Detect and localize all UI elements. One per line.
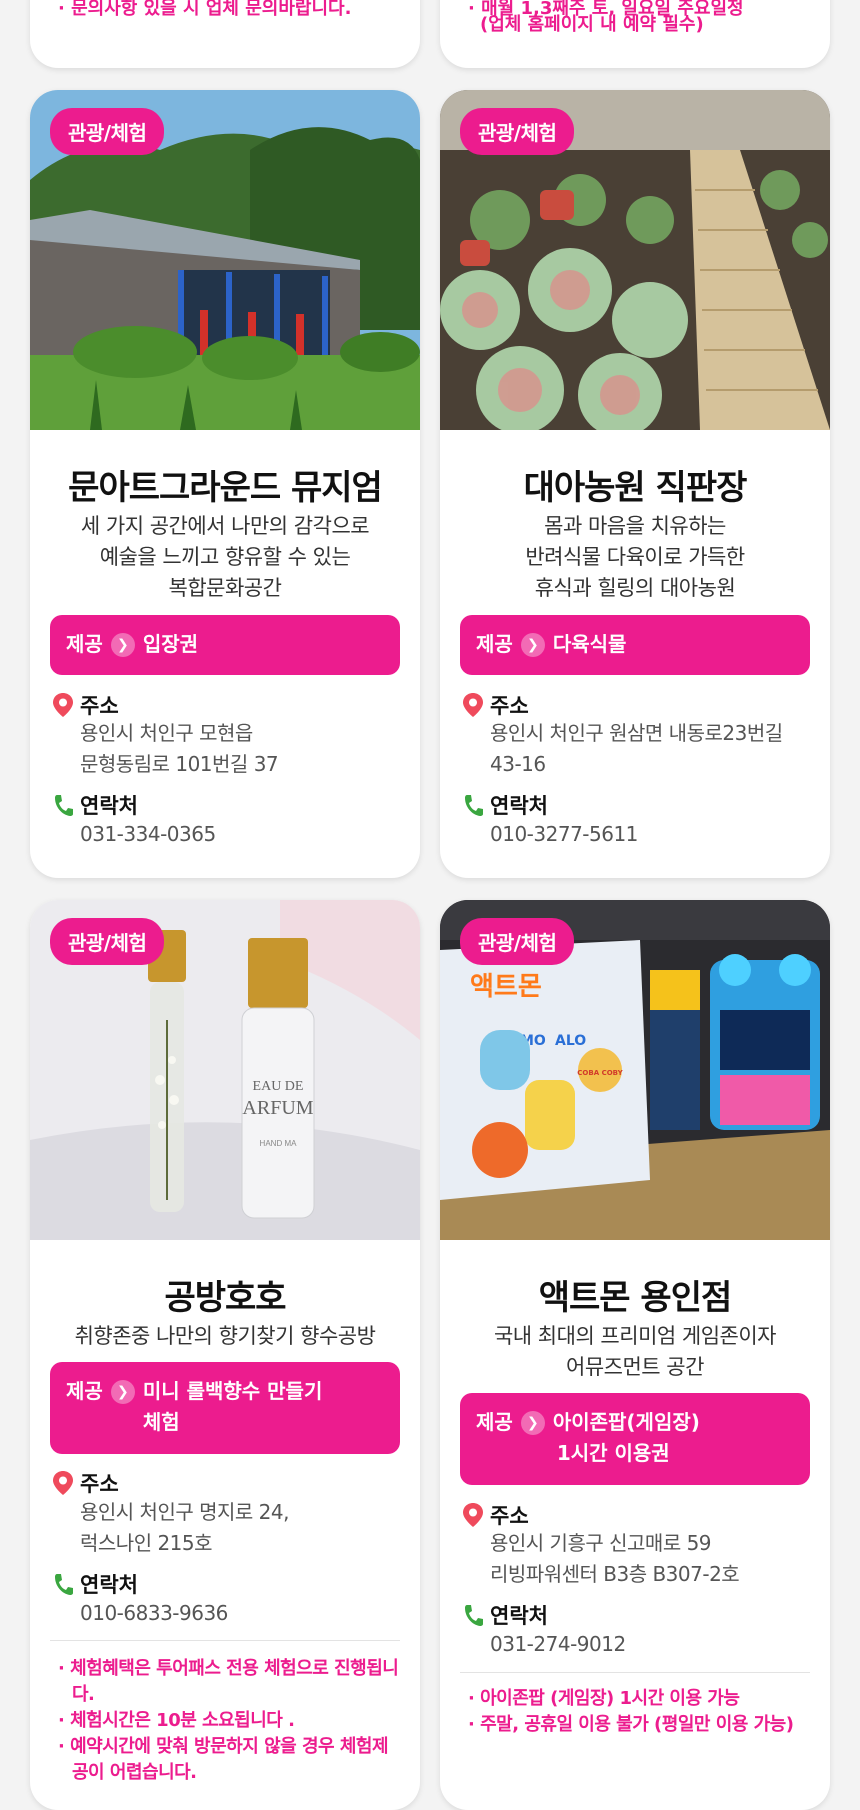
- offer-label: 제공: [476, 632, 513, 656]
- address-heading: 주소: [52, 690, 119, 720]
- category-badge: 관광/체험: [50, 108, 165, 155]
- phone-icon: [52, 792, 74, 818]
- chevron-right-circle-icon: ❯: [110, 633, 135, 657]
- arcade-alo: ALO: [555, 1033, 586, 1049]
- offer-box: 제공 ❯ 입장권: [50, 615, 400, 675]
- perfume-label-line3: HAND MA: [260, 1139, 298, 1148]
- category-badge: 관광/체험: [50, 918, 165, 965]
- address-value: 용인시 기흥구 신고매로 59 리빙파워센터 B3층 B307-2호: [490, 1531, 740, 1586]
- offer-box: 제공 ❯ 아이존팝(게임장) 1시간 이용권: [460, 1393, 810, 1485]
- contact-value[interactable]: 010-6833-9636: [80, 1598, 410, 1629]
- contact-value[interactable]: 031-274-9012: [490, 1629, 820, 1660]
- address-heading: 주소: [462, 690, 529, 720]
- perfume-label-line2: ARFUM: [242, 1097, 313, 1119]
- prev-card-note-2: (업체 홈페이지 내 예약 필수): [480, 14, 704, 35]
- place-description: 국내 최대의 프리미엄 게임존이자 어뮤즈먼트 공간: [493, 1324, 777, 1379]
- place-description: 몸과 마음을 치유하는 반려식물 다육이로 가득한 휴식과 힐링의 대아농원: [525, 514, 745, 600]
- category-badge: 관광/체험: [460, 108, 575, 155]
- notes-list: · 체험혜택은 투어패스 전용 체험으로 진행됩니다. · 체험시간은 10분 …: [58, 1656, 403, 1786]
- contact-heading: 연락처: [52, 790, 138, 820]
- contact-heading: 연락처: [462, 1600, 548, 1630]
- chevron-right-circle-icon: ❯: [520, 633, 545, 657]
- address-heading: 주소: [462, 1500, 529, 1530]
- arcade-coba: COBA COBY: [577, 1069, 623, 1077]
- offer-value: 미니 롤백향수 만들기 체험: [142, 1379, 323, 1434]
- offer-value: 아이존팝(게임장) 1시간 이용권: [552, 1410, 700, 1465]
- note-item: · 체험시간은 10분 소요됩니다 .: [58, 1710, 295, 1731]
- place-title: 문아트그라운드 뮤지엄: [68, 468, 383, 508]
- divider: [460, 1672, 810, 1673]
- map-pin-icon: [52, 1470, 74, 1496]
- prev-card-right: · 매월 1,3째주 토, 일요일 주요일정 (업체 홈페이지 내 예약 필수): [440, 0, 830, 68]
- offer-label: 제공: [476, 1410, 513, 1434]
- offer-value: 입장권: [142, 632, 199, 656]
- notes-list: · 아이존팝 (게임장) 1시간 이용 가능 · 주말, 공휴일 이용 불가 (…: [468, 1686, 813, 1738]
- perfume-label-line1: EAU DE: [253, 1079, 304, 1094]
- place-description: 취향존중 나만의 향기찾기 향수공방: [74, 1324, 376, 1348]
- address-value: 용인시 처인구 모현읍 문형동림로 101번길 37: [80, 721, 279, 776]
- contact-value[interactable]: 031-334-0365: [80, 819, 410, 850]
- arcade-sign: 액트몬: [470, 972, 542, 1002]
- card-gongbang-hoho[interactable]: EAU DE ARFUM HAND MA 관광/체험 공방호호 취향존중 나만의…: [30, 900, 420, 1810]
- divider: [50, 1640, 400, 1641]
- offer-value: 다육식물: [552, 632, 627, 656]
- note-item: · 체험혜택은 투어패스 전용 체험으로 진행됩니다.: [58, 1658, 399, 1705]
- card-moon-art-ground[interactable]: 관광/체험 문아트그라운드 뮤지엄 세 가지 공간에서 나만의 감각으로 예술을 …: [30, 90, 420, 878]
- contact-heading: 연락처: [52, 1569, 138, 1599]
- note-item: · 주말, 공휴일 이용 불가 (평일만 이용 가능): [468, 1714, 794, 1735]
- offer-label: 제공: [66, 632, 103, 656]
- offer-box: 제공 ❯ 다육식물: [460, 615, 810, 675]
- chevron-right-circle-icon: ❯: [520, 1411, 545, 1435]
- place-title: 대아농원 직판장: [523, 468, 748, 508]
- prev-card-left: · 문의사항 있을 시 업체 문의바랍니다.: [30, 0, 420, 68]
- prev-card-note: · 문의사항 있을 시 업체 문의바랍니다.: [58, 0, 352, 19]
- phone-icon: [52, 1571, 74, 1597]
- category-badge: 관광/체험: [460, 918, 575, 965]
- place-description: 세 가지 공간에서 나만의 감각으로 예술을 느끼고 향유할 수 있는 복합문화공간: [80, 514, 370, 600]
- card-daea-nongwon[interactable]: 관광/체험 대아농원 직판장 몸과 마음을 치유하는 반려식물 다육이로 가득한 휴…: [440, 90, 830, 878]
- phone-icon: [462, 1602, 484, 1628]
- contact-heading: 연락처: [462, 790, 548, 820]
- place-title: 액트몬 용인점: [538, 1278, 733, 1318]
- note-item: · 예약시간에 맞춰 방문하지 않을 경우 체험제공이 어렵습니다.: [58, 1736, 389, 1783]
- offer-box: 제공 ❯ 미니 롤백향수 만들기 체험: [50, 1362, 400, 1454]
- offer-label: 제공: [66, 1379, 103, 1403]
- note-item: · 아이존팝 (게임장) 1시간 이용 가능: [468, 1688, 740, 1709]
- map-pin-icon: [52, 692, 74, 718]
- address-heading: 주소: [52, 1468, 119, 1498]
- map-pin-icon: [462, 1502, 484, 1528]
- contact-value[interactable]: 010-3277-5611: [490, 819, 820, 850]
- phone-icon: [462, 792, 484, 818]
- place-title: 공방호호: [164, 1278, 286, 1318]
- address-value: 용인시 처인구 명지로 24, 럭스나인 215호: [80, 1500, 289, 1555]
- card-actmon-yongin[interactable]: 액트몬 MO ALO COBA COBY 관광/체험 액트몬 용인점 국내 최대…: [440, 900, 830, 1810]
- address-value: 용인시 처인구 원삼면 내동로23번길 43-16: [490, 721, 783, 776]
- chevron-right-circle-icon: ❯: [110, 1380, 135, 1404]
- map-pin-icon: [462, 692, 484, 718]
